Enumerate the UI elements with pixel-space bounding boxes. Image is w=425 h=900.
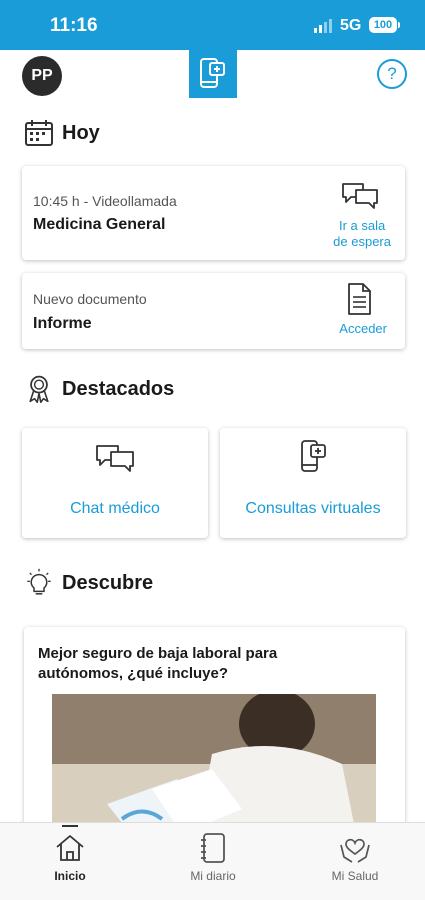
virtual-consultations-card[interactable]: Consultas virtuales — [220, 428, 406, 538]
appointment-card[interactable]: 10:45 h - Videollamada Medicina General … — [22, 166, 405, 260]
virtual-consult-tab[interactable] — [189, 50, 237, 98]
notebook-icon — [201, 833, 225, 863]
medical-chat-label: Chat médico — [70, 500, 160, 517]
section-title-today: Hoy — [24, 118, 100, 148]
heart-hands-icon — [340, 838, 370, 863]
help-button[interactable]: ? — [377, 59, 407, 89]
chat-bubbles-icon — [342, 183, 378, 209]
access-document-link[interactable]: Acceder — [339, 321, 387, 337]
document-icon — [348, 283, 371, 315]
status-time: 11:16 — [50, 15, 98, 36]
chat-bubbles-icon — [96, 445, 134, 472]
avatar[interactable]: PP — [22, 56, 62, 96]
section-title-label: Destacados — [62, 377, 175, 400]
section-title-discover: Descubre — [24, 568, 153, 598]
network-label: 5G — [340, 17, 362, 34]
document-card[interactable]: Nuevo documento Informe Acceder — [22, 273, 405, 349]
article-title: Mejor seguro de baja laboral para autóno… — [38, 645, 278, 682]
appointment-time: 10:45 h - Videollamada — [33, 193, 177, 209]
tab-home[interactable]: Inicio — [25, 825, 115, 883]
document-title: Informe — [33, 315, 92, 332]
top-bar: PP ? — [0, 50, 425, 100]
virtual-consultations-label: Consultas virtuales — [245, 500, 381, 517]
section-title-featured: Destacados — [24, 374, 174, 404]
bottom-tab-bar: Inicio Mi diario Mi Salud — [0, 822, 425, 900]
waiting-room-line1: Ir a sala — [338, 218, 386, 233]
battery-icon: 100 — [369, 17, 400, 33]
tab-health-label: Mi Salud — [331, 869, 379, 883]
tab-health[interactable]: Mi Salud — [310, 831, 400, 883]
home-icon — [56, 835, 84, 861]
waiting-room-link[interactable]: Ir a sala de espera — [333, 218, 391, 250]
medical-chat-card[interactable]: Chat médico — [22, 428, 208, 538]
tab-home-label: Inicio — [54, 869, 86, 883]
phone-plus-icon — [301, 440, 326, 472]
status-bar: 11:16 5G 100 — [0, 0, 425, 50]
section-title-label: Hoy — [62, 121, 100, 144]
section-title-label: Descubre — [62, 571, 154, 594]
lightbulb-icon — [27, 568, 51, 595]
tab-diary-label: Mi diario — [190, 869, 236, 883]
phone-plus-icon — [200, 58, 225, 88]
appointment-specialty: Medicina General — [33, 216, 166, 233]
calendar-icon — [25, 120, 53, 146]
award-icon — [29, 375, 49, 404]
document-subtitle: Nuevo documento — [33, 291, 147, 307]
signal-icon — [314, 19, 332, 33]
waiting-room-line2: de espera — [333, 234, 391, 249]
tab-diary[interactable]: Mi diario — [168, 831, 258, 883]
